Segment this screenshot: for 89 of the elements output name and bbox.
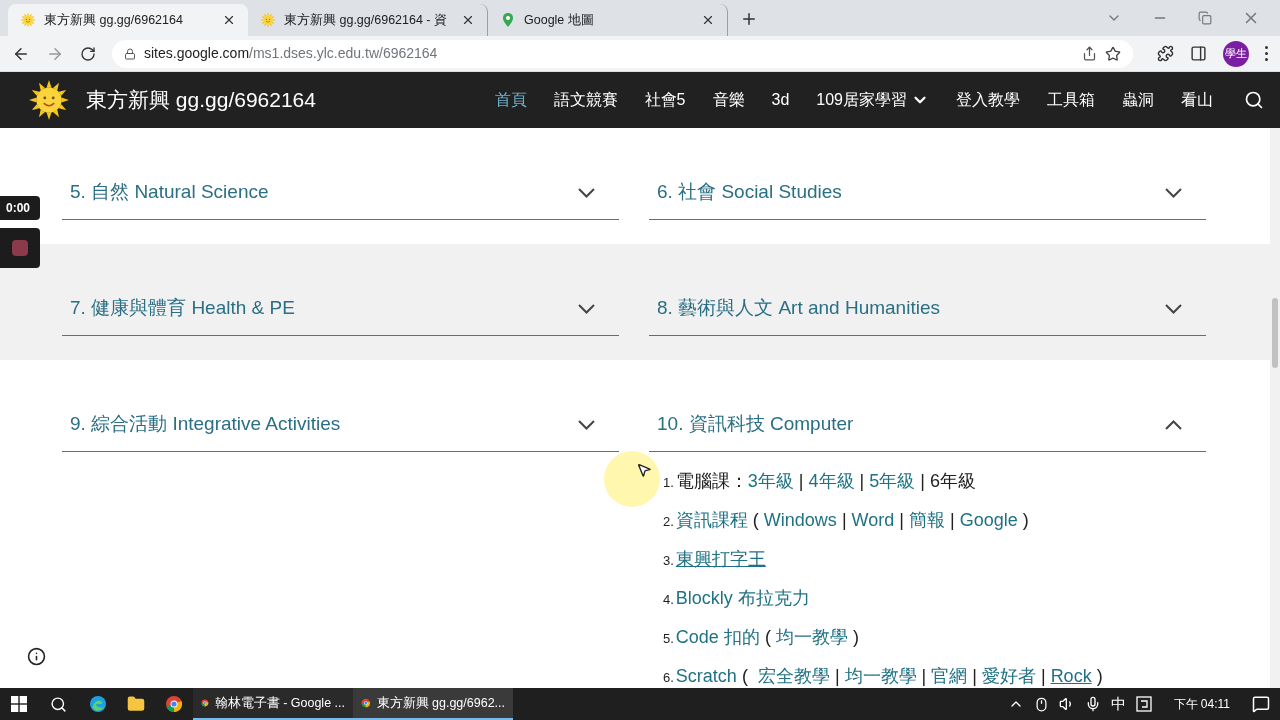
accordion-header[interactable]: 8. 藝術與人文 Art and Humanities	[649, 282, 1206, 336]
tab-title: 東方新興 gg.gg/6962164 - 資	[284, 11, 448, 29]
list-item: 3.東興打字王	[663, 548, 767, 571]
accordion-header[interactable]: 7. 健康與體育 Health & PE	[62, 282, 619, 336]
link[interactable]: 3年級	[747, 471, 794, 491]
link[interactable]: 均一教學	[775, 627, 848, 647]
notifications-icon[interactable]	[1252, 695, 1270, 713]
recording-timer: 0:00	[0, 196, 40, 220]
nav-link[interactable]: 109居家學習	[816, 88, 929, 112]
url-text: sites.google.com/ms1.dses.ylc.edu.tw/6962164	[144, 44, 439, 63]
link[interactable]: Word	[851, 510, 895, 530]
list-item: 1.電腦課：3年級 | 4年級 | 5年級 | 6年級	[663, 470, 977, 493]
accordion-header[interactable]: 6. 社會 Social Studies	[649, 166, 1206, 220]
new-tab-icon[interactable]	[740, 10, 758, 28]
close-icon[interactable]	[222, 13, 236, 27]
nav-link[interactable]: 語文競賽	[553, 88, 618, 112]
link[interactable]: Windows	[763, 510, 837, 530]
keyboard-mode-icon[interactable]	[1135, 696, 1152, 712]
close-icon[interactable]	[701, 13, 715, 27]
link[interactable]: Blockly 布拉克力	[675, 588, 810, 608]
close-icon[interactable]	[461, 13, 475, 27]
menu-icon[interactable]	[1265, 46, 1268, 61]
extensions-icon[interactable]	[1157, 45, 1174, 62]
nav-link[interactable]: 看山	[1181, 88, 1213, 112]
accordion-header[interactable]: 5. 自然 Natural Science	[62, 166, 619, 220]
info-icon[interactable]	[27, 647, 46, 666]
nav-link[interactable]: 社會5	[644, 88, 686, 112]
search-icon[interactable]	[1244, 90, 1264, 110]
mouse-cursor-icon	[636, 462, 652, 478]
lock-icon	[124, 47, 136, 60]
taskbar-task[interactable]: 東方新興 gg.gg/6962...	[353, 688, 513, 720]
chevron-down-icon	[578, 187, 595, 198]
accordion-header[interactable]: 9. 綜合活動 Integrative Activities	[62, 398, 619, 452]
list-item: 6.Scratch ( 宏全教學 | 均一教學 | 官網 | 愛好者 | Rock )	[663, 665, 1104, 688]
tab-title: Google 地圖	[524, 11, 595, 29]
address-field[interactable]: sites.google.com/ms1.dses.ylc.edu.tw/6962164	[112, 39, 1133, 68]
chevron-down-icon	[1165, 303, 1182, 314]
list-item: 2.資訊課程 ( Windows | Word | 簡報 | Google )	[663, 509, 1030, 532]
chevron-down-icon	[1165, 187, 1182, 198]
sun-logo-icon	[28, 79, 70, 121]
profile-avatar[interactable]: 學生	[1223, 40, 1249, 67]
mouse-icon[interactable]	[1033, 696, 1049, 712]
link[interactable]: 宏全教學	[757, 666, 830, 686]
link[interactable]: 簡報	[908, 510, 945, 530]
task-label: 東方新興 gg.gg/6962...	[376, 694, 505, 712]
chevron-down-icon	[578, 303, 595, 314]
nav-link[interactable]: 音樂	[712, 88, 745, 112]
site-title: 東方新興 gg.gg/6962164	[86, 87, 316, 114]
link[interactable]: 愛好者	[981, 666, 1036, 686]
link[interactable]: Google	[959, 510, 1018, 530]
nav-link[interactable]: 登入教學	[956, 88, 1020, 112]
browser-tab[interactable]: 東方新興 gg.gg/6962164	[8, 4, 248, 36]
nav-link[interactable]: 工具箱	[1047, 88, 1095, 112]
nav-link[interactable]: 蟲洞	[1122, 88, 1154, 112]
chevron-up-icon	[1165, 419, 1182, 430]
start-icon[interactable]	[11, 696, 27, 712]
link[interactable]: Rock	[1050, 666, 1092, 686]
input-method-indicator[interactable]: 中	[1110, 692, 1126, 716]
link[interactable]: 4年級	[808, 471, 855, 491]
link[interactable]: Scratch	[675, 666, 737, 686]
clock[interactable]: 下午 04:11	[1173, 695, 1230, 713]
link[interactable]: 東興打字王	[675, 549, 766, 569]
nav-link[interactable]: 3d	[771, 88, 790, 112]
search-icon[interactable]	[50, 695, 67, 713]
restore-icon[interactable]	[1198, 11, 1212, 25]
nav-link[interactable]: 首頁	[494, 88, 527, 112]
folder-icon[interactable]	[127, 695, 145, 713]
list-item: 4.Blockly 布拉克力	[663, 587, 811, 610]
taskbar-task[interactable]: 翰林電子書 - Google ...	[193, 688, 353, 720]
link[interactable]: 5年級	[869, 471, 916, 491]
bookmark-star-icon[interactable]	[1105, 45, 1121, 62]
accordion-header[interactable]: 10. 資訊科技 Computer	[649, 398, 1206, 452]
tab-title: 東方新興 gg.gg/6962164	[44, 11, 184, 29]
share-icon[interactable]	[1082, 46, 1097, 61]
link[interactable]: Code 扣的	[675, 627, 760, 647]
browser-icon	[165, 695, 183, 713]
link[interactable]: 均一教學	[844, 666, 917, 686]
edge-browser-icon[interactable]	[89, 695, 107, 713]
side-panel-icon[interactable]	[1190, 45, 1207, 62]
list-item: 5.Code 扣的 ( 均一教學 )	[663, 626, 860, 649]
sun-favicon-icon	[260, 12, 276, 28]
chevron-down-icon	[578, 419, 595, 430]
sun-favicon-icon	[20, 12, 36, 28]
reload-icon[interactable]	[80, 45, 96, 62]
link[interactable]: 官網	[931, 666, 968, 686]
task-label: 翰林電子書 - Google ...	[214, 694, 345, 712]
map-pin-icon	[500, 12, 516, 28]
scrollbar[interactable]	[1270, 128, 1280, 688]
link[interactable]: 資訊課程	[675, 510, 748, 530]
